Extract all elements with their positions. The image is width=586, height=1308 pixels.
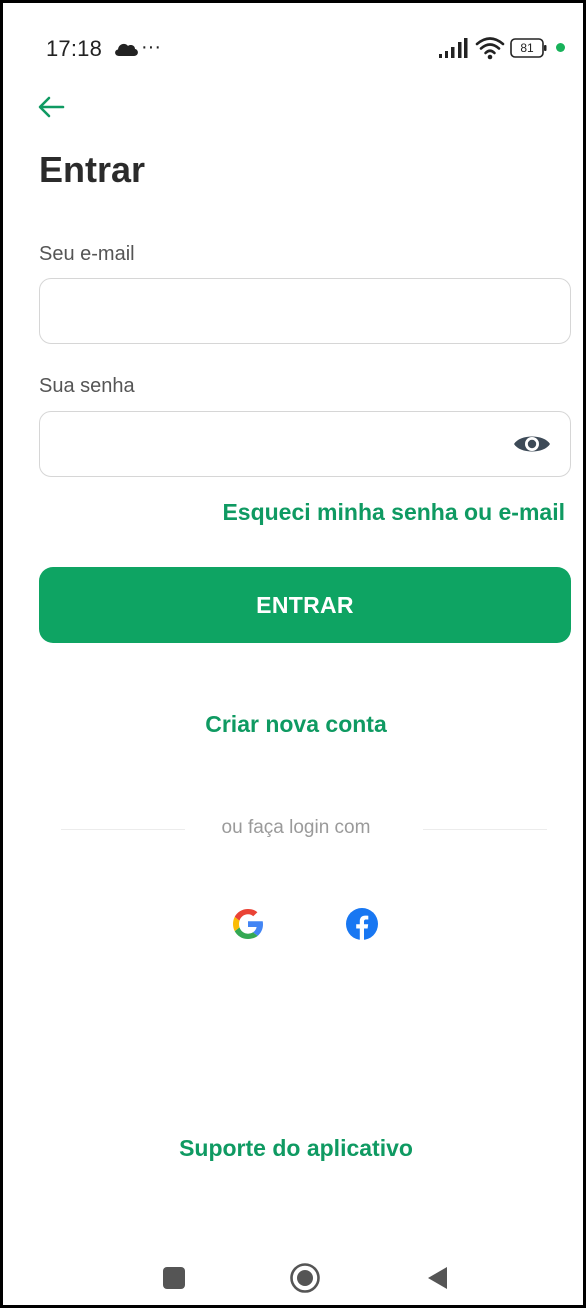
facebook-icon bbox=[346, 908, 378, 940]
google-icon bbox=[233, 909, 263, 939]
password-label: Sua senha bbox=[39, 375, 135, 397]
divider-line-right bbox=[423, 829, 547, 830]
home-icon[interactable] bbox=[289, 1262, 321, 1294]
battery-level: 81 bbox=[520, 41, 534, 55]
create-account-link[interactable]: Criar nova conta bbox=[205, 711, 387, 737]
more-notifications-icon: ··· bbox=[141, 36, 161, 58]
recent-apps-icon[interactable] bbox=[163, 1267, 185, 1289]
status-bar: 17:18 ··· 81 bbox=[3, 3, 583, 93]
battery-icon: 81 bbox=[510, 37, 548, 59]
toggle-password-visibility-button[interactable] bbox=[512, 426, 552, 462]
page-title: Entrar bbox=[39, 149, 146, 190]
app-screen: 17:18 ··· 81 Entrar Seu e-mail Sua senha… bbox=[0, 0, 586, 1308]
google-login-button[interactable] bbox=[230, 906, 266, 942]
status-time: 17:18 bbox=[46, 36, 103, 61]
password-field[interactable] bbox=[40, 412, 570, 476]
password-field-container bbox=[39, 411, 571, 477]
cloud-icon bbox=[115, 43, 138, 56]
support-row: Suporte do aplicativo bbox=[3, 1135, 586, 1162]
email-field[interactable] bbox=[40, 279, 570, 343]
create-account-row: Criar nova conta bbox=[3, 711, 586, 738]
privacy-indicator-dot bbox=[556, 43, 565, 52]
forgot-password-link[interactable]: Esqueci minha senha ou e-mail bbox=[222, 499, 565, 526]
back-button[interactable] bbox=[33, 89, 69, 125]
social-login-divider-text: ou faça login com bbox=[221, 817, 371, 838]
wifi-icon bbox=[475, 37, 505, 60]
email-label: Seu e-mail bbox=[39, 243, 135, 265]
eye-icon bbox=[514, 436, 550, 452]
back-triangle-icon[interactable] bbox=[425, 1265, 449, 1291]
email-field-container bbox=[39, 278, 571, 344]
app-support-link[interactable]: Suporte do aplicativo bbox=[179, 1135, 413, 1161]
arrow-left-icon bbox=[38, 96, 65, 118]
facebook-login-button[interactable] bbox=[345, 907, 379, 941]
signal-icon bbox=[439, 38, 468, 58]
system-navigation-bar bbox=[3, 1247, 583, 1307]
login-button[interactable]: ENTRAR bbox=[39, 567, 571, 643]
